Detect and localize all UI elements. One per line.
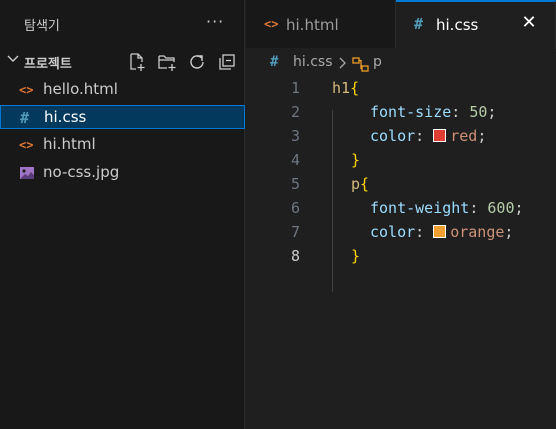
code-text: color: orange; bbox=[370, 223, 514, 241]
code-line: 7 color: orange; bbox=[246, 220, 556, 244]
html-file-icon: <> bbox=[19, 138, 34, 152]
chevron-right-icon bbox=[337, 53, 349, 77]
code-line: 2 font-size: 50; bbox=[246, 100, 556, 124]
file-item-no-css-jpg[interactable]: no-css.jpg bbox=[0, 161, 245, 185]
code-line: 5 p{ bbox=[246, 172, 556, 196]
image-file-icon bbox=[19, 165, 35, 181]
code-line: 3 color: red; bbox=[246, 124, 556, 148]
code-text: font-weight: 600; bbox=[370, 199, 524, 217]
file-item-hello-html[interactable]: <> hello.html bbox=[0, 78, 245, 102]
explorer-sidebar: 탐색기 ··· 프로젝트 <> hello.html # hi.css <> h… bbox=[0, 0, 245, 429]
tab-hi-html[interactable]: <> hi.html bbox=[246, 0, 396, 48]
css-file-icon: # bbox=[20, 109, 30, 127]
line-number: 1 bbox=[290, 79, 300, 97]
code-text: p{ bbox=[351, 175, 370, 193]
code-editor[interactable]: 1 h1{ 2 font-size: 50; 3 color: red; 4 }… bbox=[246, 76, 556, 429]
close-icon[interactable]: ✕ bbox=[520, 14, 538, 32]
color-swatch-orange[interactable] bbox=[433, 225, 447, 238]
file-name: hi.html bbox=[43, 135, 96, 153]
line-number: 6 bbox=[290, 199, 300, 217]
editor-tab-bar: <> hi.html # hi.css ✕ bbox=[246, 0, 556, 49]
code-text: color: red; bbox=[370, 127, 487, 145]
refresh-icon[interactable] bbox=[187, 52, 207, 72]
code-line: 1 h1{ bbox=[246, 76, 556, 100]
tab-label: hi.css bbox=[436, 16, 479, 34]
file-item-hi-html[interactable]: <> hi.html bbox=[0, 133, 245, 157]
file-name: hello.html bbox=[43, 80, 118, 98]
breadcrumb-symbol[interactable]: p bbox=[373, 54, 382, 70]
code-line: 4 } bbox=[246, 148, 556, 172]
line-number: 3 bbox=[290, 127, 300, 145]
line-number: 4 bbox=[290, 151, 300, 169]
tab-hi-css[interactable]: # hi.css ✕ bbox=[396, 0, 556, 49]
line-number: 2 bbox=[290, 103, 300, 121]
code-line: 6 font-weight: 600; bbox=[246, 196, 556, 220]
color-swatch-red[interactable] bbox=[433, 129, 447, 142]
code-line-active: 8 } bbox=[246, 244, 556, 268]
new-file-icon[interactable] bbox=[127, 52, 147, 72]
explorer-title: 탐색기 bbox=[24, 19, 60, 34]
collapse-all-icon[interactable] bbox=[217, 52, 237, 72]
css-file-icon: # bbox=[414, 15, 424, 33]
code-text: } bbox=[351, 151, 361, 169]
project-name: 프로젝트 bbox=[24, 57, 72, 72]
chevron-down-icon[interactable] bbox=[6, 52, 20, 66]
code-text: } bbox=[351, 247, 361, 265]
tab-label: hi.html bbox=[286, 16, 339, 34]
html-file-icon: <> bbox=[19, 83, 34, 97]
file-item-hi-css[interactable]: # hi.css bbox=[0, 105, 245, 129]
file-name: no-css.jpg bbox=[43, 163, 120, 181]
css-file-icon: # bbox=[270, 54, 279, 70]
line-number: 8 bbox=[290, 247, 300, 265]
line-number: 5 bbox=[290, 175, 300, 193]
project-folder-header[interactable]: 프로젝트 bbox=[0, 50, 245, 74]
symbol-class-icon bbox=[352, 56, 369, 72]
code-text: h1{ bbox=[332, 79, 360, 97]
file-name: hi.css bbox=[44, 108, 87, 126]
more-actions-icon[interactable]: ··· bbox=[206, 12, 224, 31]
line-number: 7 bbox=[290, 223, 300, 241]
new-folder-icon[interactable] bbox=[157, 52, 177, 72]
html-file-icon: <> bbox=[264, 17, 279, 31]
breadcrumb-file[interactable]: hi.css bbox=[293, 54, 333, 70]
code-text: font-size: 50; bbox=[370, 103, 497, 121]
